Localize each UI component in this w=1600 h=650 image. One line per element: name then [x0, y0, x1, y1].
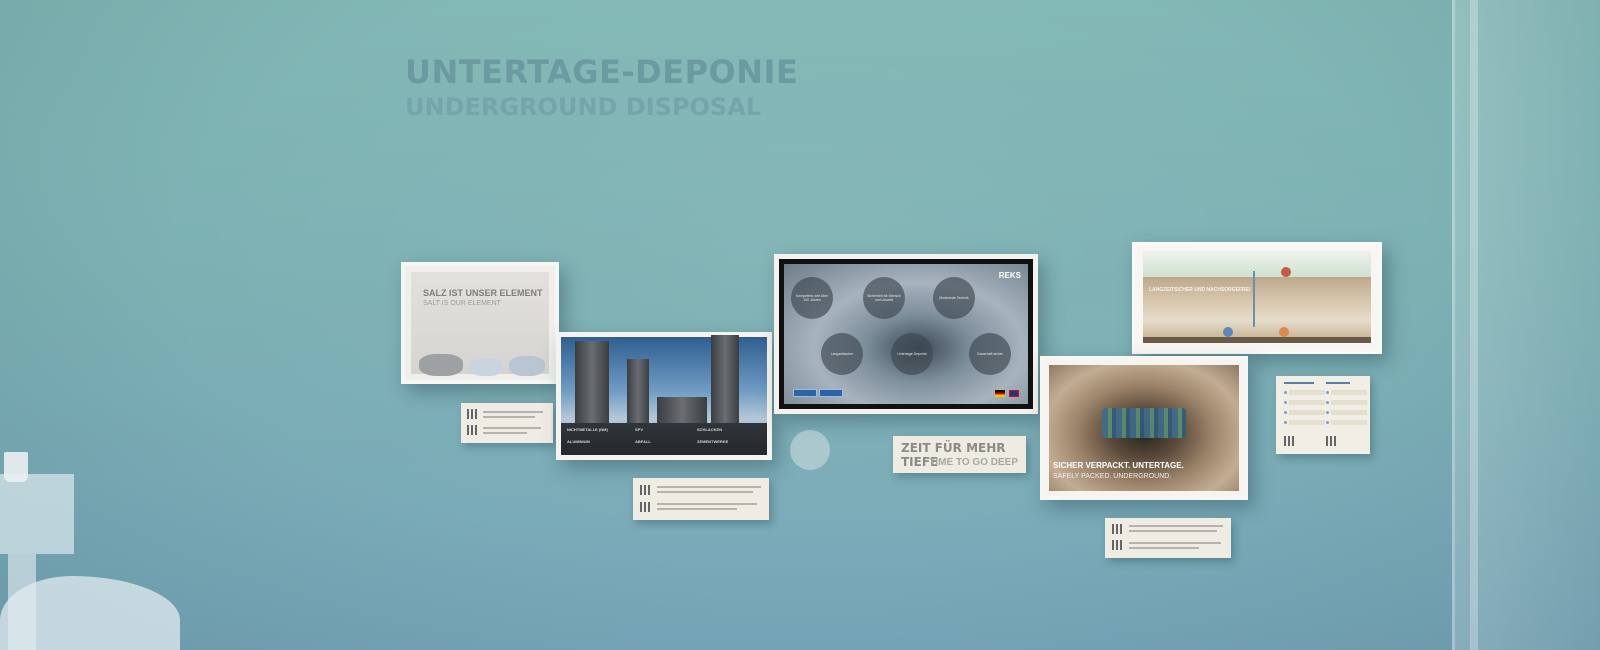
card-row [1331, 420, 1367, 425]
text-line [1129, 530, 1217, 532]
card-row [1331, 400, 1367, 405]
text-line [1129, 542, 1221, 544]
card-row [1289, 400, 1325, 405]
bullet-icon [1326, 411, 1329, 414]
language-button-de[interactable] [793, 389, 817, 397]
qr-code [1112, 524, 1122, 534]
salt-title: SALZ IST UNSER ELEMENT [423, 288, 543, 298]
salt-info-card [461, 403, 553, 443]
text-line [657, 508, 737, 510]
bullet-icon [1284, 401, 1287, 404]
qr-code [1112, 540, 1122, 550]
diagram-marker-icon [1279, 327, 1289, 337]
salt-crystal [509, 356, 545, 376]
headline-english: UNDERGROUND DISPOSAL [405, 93, 762, 121]
packed-waste-panel: SICHER VERPACKT. UNTERTAGE. SAFELY PACKE… [1040, 356, 1248, 500]
diagram-surface [1143, 251, 1371, 277]
salt-showcase: SALZ IST UNSER ELEMENT SALT IS OUR ELEME… [401, 262, 559, 384]
deep-time-card: ZEIT FÜR MEHR TIEFE TIME TO GO DEEP [893, 436, 1026, 473]
info-bubble[interactable]: Langzeitsicher [821, 333, 863, 375]
industry-panel: NICHTMETALLE (NM) SPV SCHLACKEN ALUMINIU… [556, 332, 772, 460]
waste-containers [1102, 408, 1186, 438]
salt-subtitle: SALT IS OUR ELEMENT [423, 300, 501, 307]
qr-code [467, 409, 477, 419]
card-row [1331, 390, 1367, 395]
text-line [657, 491, 753, 493]
industry-caption: SCHLACKEN [697, 427, 723, 432]
language-button-en[interactable] [819, 389, 843, 397]
uk-flag-icon[interactable] [1009, 390, 1019, 397]
text-line [483, 432, 527, 434]
salt-crystal [469, 358, 503, 376]
info-bubble[interactable]: Modernste Technik [933, 277, 975, 319]
diagram-layer-band [1143, 337, 1371, 343]
card-row [1289, 410, 1325, 415]
smokestack [627, 359, 649, 423]
qr-code [1326, 436, 1336, 446]
exhibition-headline: UNTERTAGE-DEPONIE UNDERGROUND DISPOSAL [405, 52, 798, 122]
diagram-marker-icon [1281, 267, 1291, 277]
industry-caption: ALUMINIUM [567, 439, 590, 444]
german-flag-icon[interactable] [995, 390, 1005, 397]
text-line [657, 503, 757, 505]
text-line [1129, 525, 1223, 527]
text-line [483, 416, 535, 418]
industry-caption-bar: NICHTMETALLE (NM) SPV SCHLACKEN ALUMINIU… [561, 423, 767, 455]
qr-code [640, 502, 650, 512]
tunnel-touchscreen: REKS Kompetenz seit über 100 Jahren Sich… [774, 254, 1038, 414]
qr-code [467, 425, 477, 435]
side-table [0, 474, 74, 554]
reks-logo: REKS [998, 271, 1021, 280]
bullet-icon [1326, 391, 1329, 394]
chair [0, 576, 180, 650]
plant-structure [657, 397, 707, 423]
info-bubble[interactable]: Untertage Deponie [891, 333, 933, 375]
text-line [1129, 547, 1199, 549]
industry-caption: ZEMENTWERKE [697, 439, 729, 444]
card-row [1331, 410, 1367, 415]
qr-code [640, 485, 650, 495]
info-bubble[interactable]: Dauerhaft sicher [969, 333, 1011, 375]
info-bubble[interactable]: Kompetenz seit über 100 Jahren [791, 277, 833, 319]
diagram-shaft [1253, 271, 1255, 327]
text-line [483, 411, 543, 413]
bullet-icon [1284, 411, 1287, 414]
packed-info-card [1105, 518, 1231, 558]
diagram-marker-icon [1223, 327, 1233, 337]
card-row [1289, 420, 1325, 425]
bullet-icon [1284, 421, 1287, 424]
industry-caption: NICHTMETALLE (NM) [567, 427, 608, 432]
salt-rock [419, 354, 463, 376]
text-line [657, 486, 761, 488]
coffee-cup [4, 452, 28, 482]
packed-waste-english: SAFELY PACKED. UNDERGROUND. [1053, 473, 1172, 480]
geology-diagram-panel: LANGZEITSICHER UND NACHSORGEFREI [1132, 242, 1382, 354]
card-heading [1284, 382, 1314, 384]
info-bubble[interactable]: Sicherheit für Mensch und Umwelt [863, 277, 905, 319]
deep-time-english: TIME TO GO DEEP [929, 457, 1018, 468]
smokestack [575, 341, 609, 423]
bullet-icon [1284, 391, 1287, 394]
card-heading [1326, 382, 1350, 384]
bullet-icon [1326, 421, 1329, 424]
wall-outlet [790, 430, 830, 470]
industry-caption: SPV [635, 427, 644, 432]
door-frame [1470, 0, 1478, 650]
smokestack [711, 335, 739, 423]
packed-waste-german: SICHER VERPACKT. UNTERTAGE. [1053, 461, 1184, 470]
card-row [1289, 390, 1325, 395]
diagram-title: LANGZEITSICHER UND NACHSORGEFREI [1149, 287, 1251, 293]
waste-types-card [1276, 376, 1370, 454]
bullet-icon [1326, 401, 1329, 404]
industry-caption: ABFALL [635, 439, 651, 444]
qr-code [1284, 436, 1294, 446]
industry-info-card [633, 478, 769, 520]
headline-german: UNTERTAGE-DEPONIE [405, 53, 799, 91]
text-line [483, 427, 541, 429]
